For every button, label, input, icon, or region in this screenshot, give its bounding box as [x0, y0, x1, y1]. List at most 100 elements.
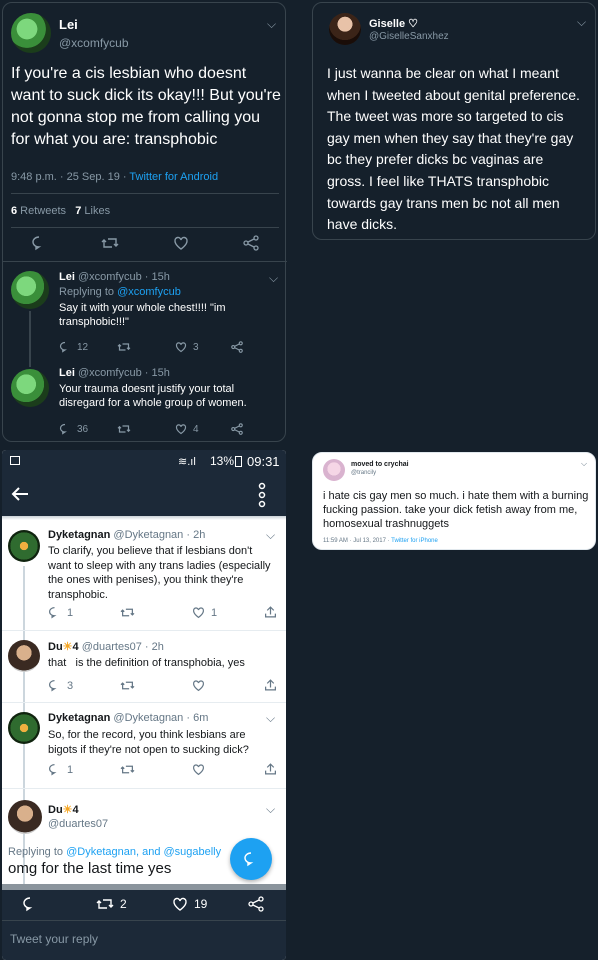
replying-handle-link[interactable]: @xcomfycub: [117, 286, 181, 298]
avatar[interactable]: [329, 13, 361, 45]
sun-icon: ☀: [62, 804, 73, 816]
retweet-action[interactable]: [120, 763, 135, 776]
like-count: 3: [193, 341, 199, 353]
share-action[interactable]: [231, 341, 243, 353]
tweet-source-link[interactable]: Twitter for iPhone: [391, 538, 438, 544]
retweet-action[interactable]: [120, 606, 135, 619]
tweet-meta: 9:48 p.m. · 25 Sep. 19 · Twitter for And…: [11, 171, 218, 183]
share-icon: [265, 606, 276, 618]
like-action[interactable]: 4: [175, 423, 199, 435]
retweet-action[interactable]: [120, 679, 135, 692]
chevron-down-icon[interactable]: ⌵: [266, 528, 275, 543]
like-action[interactable]: 3: [175, 341, 199, 353]
author-name[interactable]: Lei: [59, 367, 75, 379]
like-icon[interactable]: [173, 235, 189, 251]
avatar[interactable]: [11, 13, 51, 53]
avatar[interactable]: [11, 271, 49, 309]
reply-action[interactable]: 12: [59, 341, 88, 353]
chevron-down-icon[interactable]: ⌵: [266, 711, 275, 726]
compose-icon: [244, 852, 254, 867]
share-action[interactable]: [264, 605, 277, 619]
tweet-meta: 11:59 AM · Jul 13, 2017 · Twitter for iP…: [323, 538, 438, 544]
author-name[interactable]: Dyketagnan: [48, 529, 110, 541]
like-count: 19: [194, 897, 208, 911]
author-handle[interactable]: @trancily: [351, 470, 376, 476]
avatar[interactable]: [8, 530, 40, 562]
author-handle[interactable]: @Dyketagnan · 2h: [113, 529, 205, 541]
reply-action[interactable]: 1: [48, 606, 73, 619]
name-text: Du: [48, 804, 63, 816]
back-arrow-icon[interactable]: [10, 484, 30, 504]
tweet-text: I just wanna be clear on what I meant wh…: [327, 65, 580, 233]
thread-line: [29, 311, 31, 367]
retweet-icon: [120, 681, 135, 690]
reply-action[interactable]: 1: [48, 763, 73, 776]
tweet-text: i hate cis gay men so much. i hate them …: [323, 490, 589, 530]
like-action[interactable]: 19: [172, 896, 207, 912]
reply-input[interactable]: Tweet your reply: [10, 932, 98, 946]
share-action[interactable]: [264, 678, 277, 692]
author-handle[interactable]: @GiselleSanxhez: [369, 31, 449, 42]
author-handle[interactable]: @duartes07: [48, 818, 108, 830]
share-icon[interactable]: [248, 896, 264, 912]
like-icon: [193, 764, 204, 776]
like-action[interactable]: [192, 679, 205, 692]
divider: [2, 788, 286, 789]
overflow-menu-icon[interactable]: [258, 482, 266, 508]
retweet-action[interactable]: [117, 423, 131, 435]
chevron-down-icon[interactable]: ⌵: [269, 271, 278, 286]
like-action[interactable]: [192, 763, 205, 776]
author-name[interactable]: Du☀4: [48, 803, 79, 816]
share-icon: [265, 679, 276, 691]
clock: 09:31: [247, 454, 280, 469]
reply-action[interactable]: 3: [48, 679, 73, 692]
tweet-time: 11:59 AM · Jul 13, 2017 ·: [323, 538, 392, 544]
share-icon[interactable]: [243, 235, 259, 251]
author-name[interactable]: Du☀4: [48, 641, 79, 653]
share-action[interactable]: [231, 423, 243, 435]
chevron-down-icon[interactable]: ⌵: [581, 459, 587, 469]
retweet-icon: [120, 608, 135, 617]
chevron-down-icon[interactable]: ⌵: [577, 15, 586, 30]
like-count: 4: [193, 423, 199, 435]
author-name[interactable]: moved to crychai: [351, 461, 409, 468]
app-bar-shadow: [2, 516, 286, 520]
reply-icon: [49, 680, 57, 692]
author-handle[interactable]: @xcomfycub · 15h: [78, 271, 170, 283]
compose-fab[interactable]: [230, 838, 272, 880]
chevron-down-icon[interactable]: ⌵: [267, 17, 276, 32]
like-count: 1: [211, 606, 218, 619]
author-handle[interactable]: @Dyketagnan · 6m: [113, 712, 208, 724]
like-action[interactable]: 1: [192, 606, 217, 619]
reply-action[interactable]: 36: [59, 423, 88, 435]
retweets-label[interactable]: Retweets: [17, 205, 66, 217]
reply-count: 12: [77, 341, 89, 353]
share-icon: [265, 763, 276, 775]
avatar[interactable]: [11, 369, 49, 407]
author-name[interactable]: Lei: [59, 17, 78, 32]
replying-to: Replying to @xcomfycub: [59, 286, 181, 298]
tweet-source-link[interactable]: Twitter for Android: [129, 171, 218, 183]
retweet-action[interactable]: 2: [96, 896, 127, 912]
share-action[interactable]: [264, 762, 277, 776]
retweet-icon: [117, 425, 131, 433]
reply-count: 1: [67, 606, 74, 619]
retweet-action[interactable]: [117, 341, 131, 353]
avatar[interactable]: [323, 459, 345, 481]
author-name[interactable]: Lei: [59, 271, 75, 283]
retweet-icon[interactable]: [101, 235, 119, 251]
author-handle[interactable]: @xcomfycub · 15h: [78, 367, 170, 379]
author-name[interactable]: Dyketagnan: [48, 712, 110, 724]
avatar[interactable]: [8, 712, 40, 744]
author-handle[interactable]: @xcomfycub: [59, 36, 129, 50]
replying-handles-link[interactable]: @Dyketagnan, and @sugabelly: [66, 846, 221, 858]
avatar[interactable]: [8, 800, 42, 834]
author-name[interactable]: Giselle ♡: [369, 17, 418, 30]
author-handle[interactable]: @duartes07 · 2h: [82, 641, 164, 653]
avatar[interactable]: [8, 640, 40, 672]
chevron-down-icon[interactable]: ⌵: [266, 802, 275, 817]
reply-icon[interactable]: [22, 896, 38, 912]
reply-icon: [59, 341, 67, 353]
reply-icon[interactable]: [31, 235, 47, 251]
likes-label[interactable]: Likes: [81, 205, 110, 217]
